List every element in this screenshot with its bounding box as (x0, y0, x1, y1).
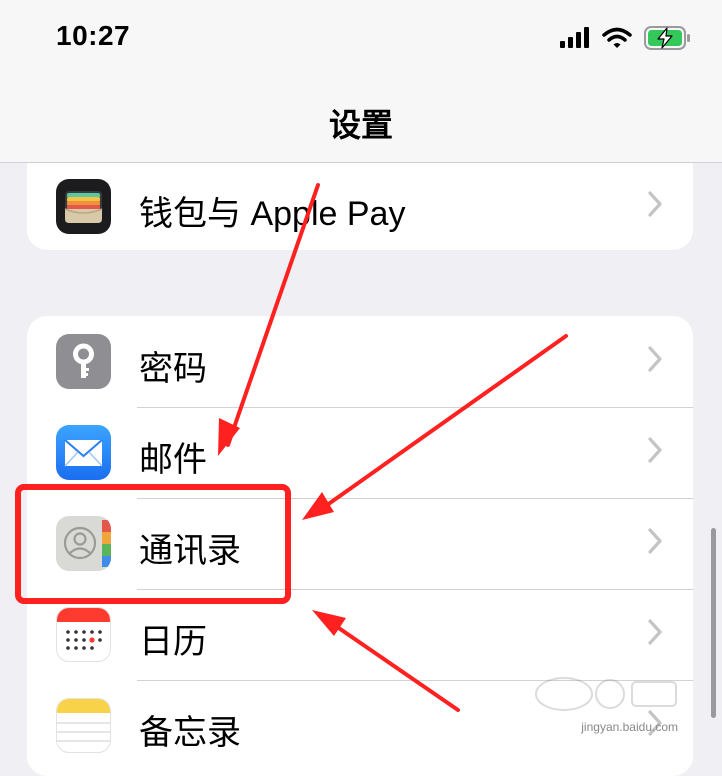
settings-row-mail[interactable]: 邮件 (27, 407, 693, 498)
settings-row-passwords[interactable]: 密码 (27, 316, 693, 407)
settings-group-wallet: 钱包与 Apple Pay (27, 150, 693, 250)
notes-icon (56, 698, 111, 753)
battery-charging-icon (644, 26, 692, 55)
settings-row-wallet[interactable]: 钱包与 Apple Pay (27, 161, 693, 250)
contacts-icon (56, 516, 111, 571)
wallet-icon (56, 179, 111, 234)
settings-row-label: 邮件 (139, 441, 207, 479)
scrollbar[interactable] (711, 528, 716, 718)
chevron-right-icon (647, 435, 663, 470)
status-time: 10:27 (56, 20, 131, 51)
mail-icon (56, 425, 111, 480)
key-icon (56, 334, 111, 389)
settings-row-label: 日历 (139, 623, 207, 661)
settings-row-label: 通讯录 (139, 532, 241, 570)
settings-row-contacts[interactable]: 通讯录 (27, 498, 693, 589)
settings-row-label: 钱包与 Apple Pay (139, 195, 406, 233)
page-title: 设置 (328, 107, 393, 143)
wifi-icon (602, 27, 632, 54)
baidu-jingyan-watermark (532, 674, 682, 714)
calendar-icon (56, 607, 111, 662)
chevron-right-icon (647, 344, 663, 379)
settings-row-label: 密码 (139, 350, 207, 388)
status-bar: 10:27 (0, 0, 722, 80)
cellular-signal-icon (560, 27, 590, 54)
status-icons (560, 26, 692, 55)
chevron-right-icon (647, 617, 663, 652)
chevron-right-icon (647, 189, 663, 224)
settings-row-label: 备忘录 (139, 714, 241, 752)
settings-row-calendar[interactable]: 日历 (27, 589, 693, 680)
chevron-right-icon (647, 526, 663, 561)
watermark-url: jingyan.baidu.com (581, 720, 678, 734)
